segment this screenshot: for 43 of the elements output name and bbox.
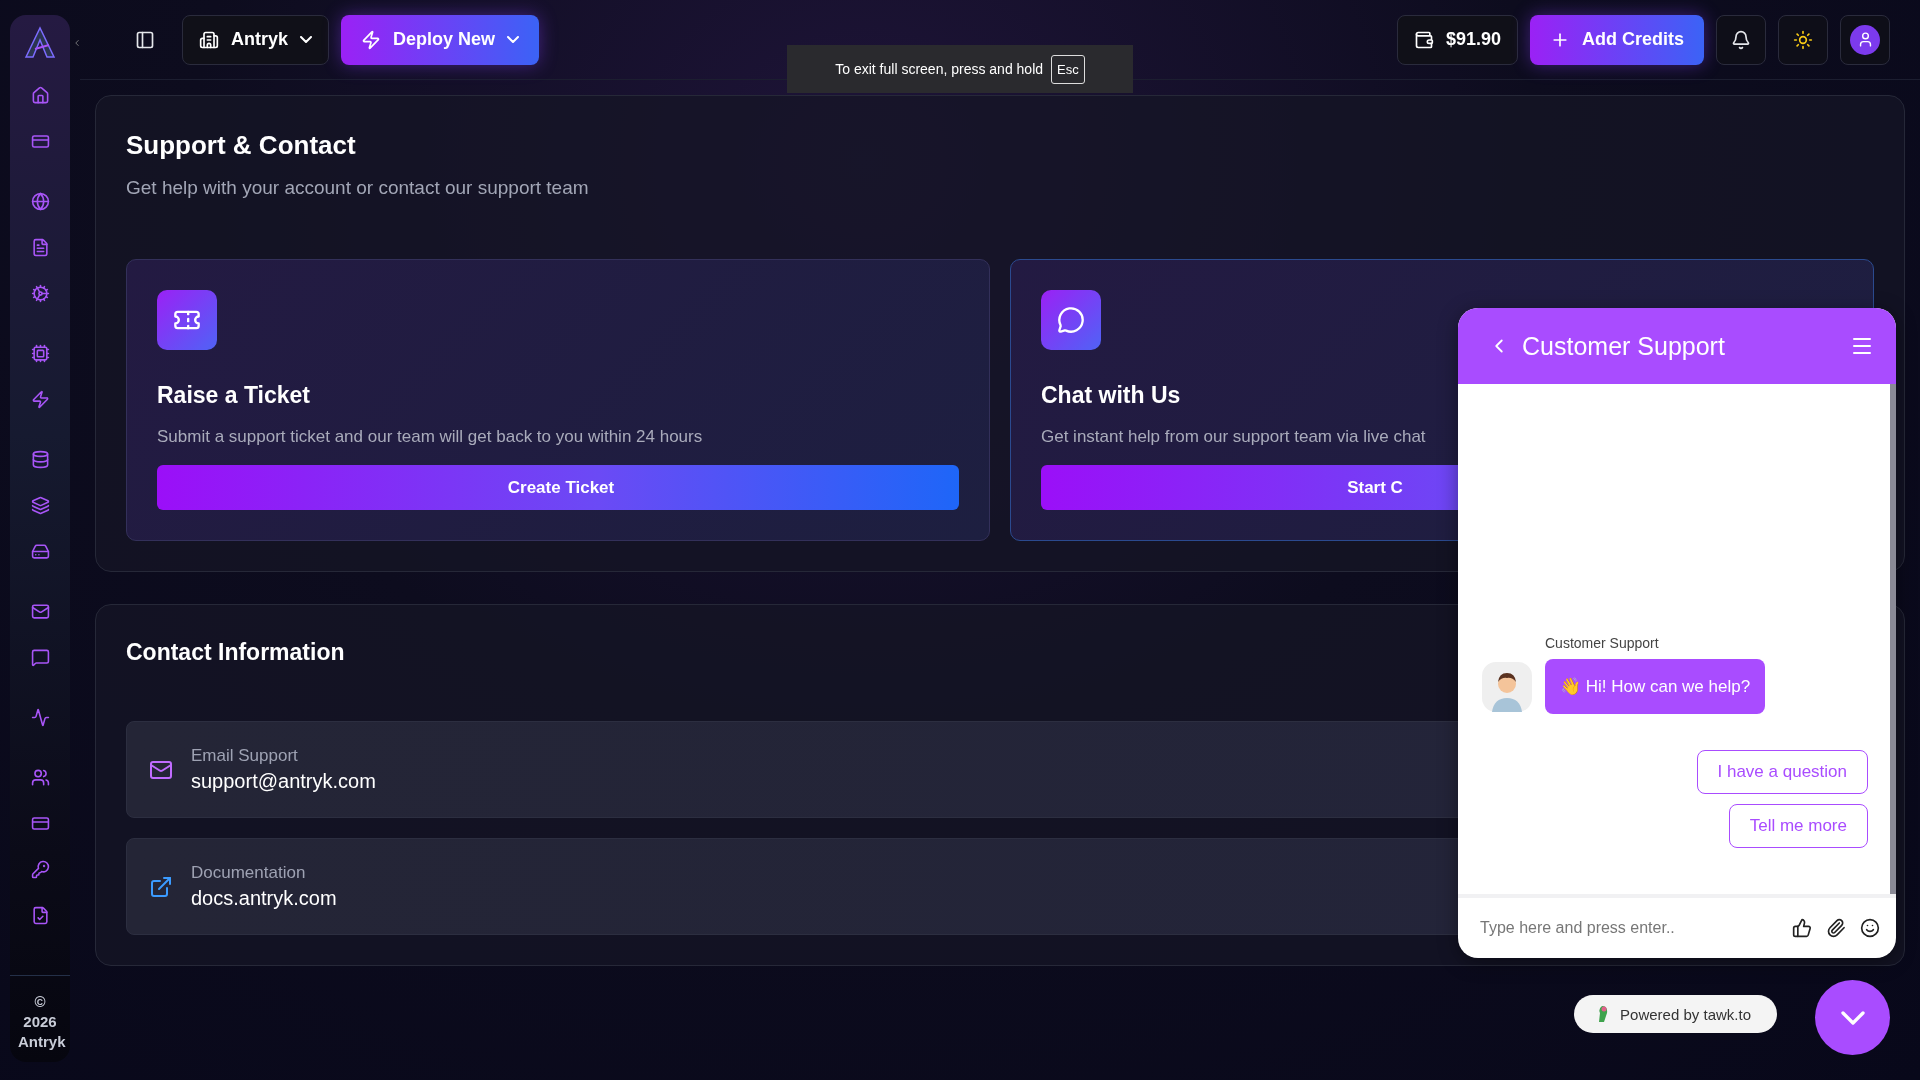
quick-reply-button[interactable]: Tell me more	[1728, 804, 1868, 848]
option-title: Raise a Ticket	[157, 382, 311, 409]
deploy-button[interactable]: Deploy New	[341, 14, 540, 65]
option-title: Chat with Us	[1041, 382, 1182, 409]
caret-icon	[300, 36, 312, 43]
key-label: Esc	[1051, 54, 1085, 84]
powered-by-text: Powered by tawk.to	[1620, 1005, 1751, 1023]
contact-value: support@antryk.com	[191, 770, 376, 793]
page-subtitle: Get help with your account or contact our support team	[126, 177, 590, 199]
balance-button[interactable]: $91.90	[1396, 14, 1518, 65]
option-description: Get instant help from our support team via live chat	[1041, 427, 1427, 447]
thumbs-up-icon[interactable]	[1792, 918, 1812, 938]
lightning-icon	[361, 29, 381, 50]
add-credits-button[interactable]: Add Credits	[1530, 14, 1704, 65]
building-icon	[199, 29, 219, 50]
contact-value: docs.antryk.com	[191, 887, 337, 910]
collapse-icon[interactable]	[72, 38, 82, 48]
wallet-icon	[1413, 29, 1434, 50]
attachment-icon[interactable]	[1826, 918, 1846, 938]
section-title: Contact Information	[126, 639, 345, 666]
workspace-select[interactable]: Antryk	[182, 14, 329, 65]
option-button[interactable]: Create Ticket	[157, 465, 959, 510]
emoji-icon[interactable]	[1860, 918, 1880, 938]
logo-icon	[23, 25, 57, 59]
contact-label: Documentation	[191, 863, 307, 883]
caret-icon	[507, 36, 520, 43]
user-menu-button[interactable]	[1840, 14, 1890, 65]
notice-text: To exit full screen, press and hold	[835, 61, 1044, 77]
powered-by-badge[interactable]: Powered by tawk.to	[1574, 995, 1777, 1033]
agent-name: Customer Support	[1545, 635, 1660, 651]
theme-toggle-icon[interactable]	[1778, 14, 1828, 65]
agent-avatar-icon	[1482, 661, 1532, 712]
ticket-icon	[157, 290, 217, 350]
contact-label: Email Support	[191, 746, 299, 766]
external-link-icon	[149, 874, 173, 899]
chat-icon	[1041, 290, 1101, 350]
chat-message: 👋 Hi! How can we help?	[1545, 659, 1766, 714]
quick-reply-button[interactable]: I have a question	[1696, 750, 1868, 794]
option-description: Submit a support ticket and our team will get back to you within 24 hours	[157, 427, 704, 447]
user-icon	[1850, 24, 1880, 55]
notifications-icon[interactable]	[1716, 14, 1766, 65]
chat-title: Customer Support	[1522, 331, 1726, 361]
page-title: Support & Contact	[126, 130, 356, 161]
